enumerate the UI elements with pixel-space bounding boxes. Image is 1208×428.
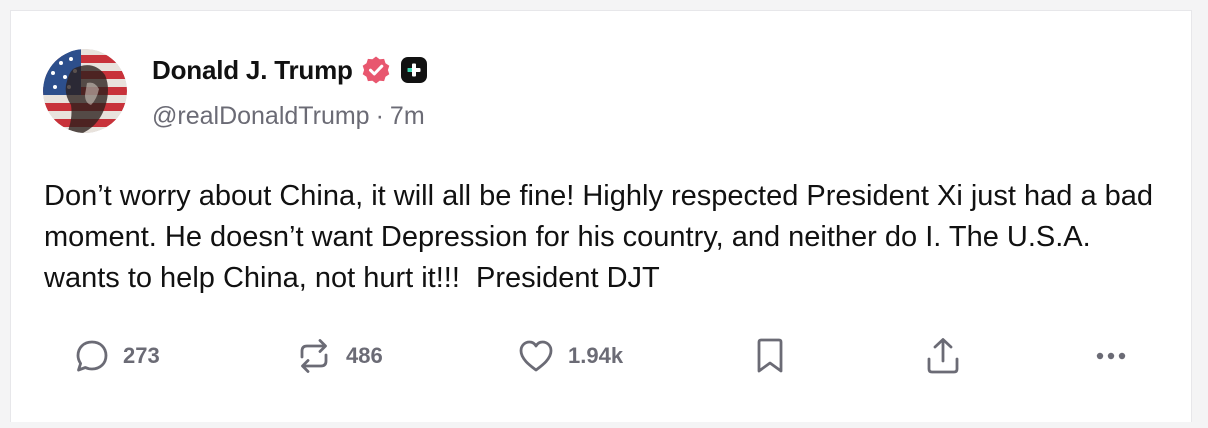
bookmark-button[interactable] xyxy=(753,331,787,381)
share-icon xyxy=(923,336,963,376)
like-count: 1.94k xyxy=(568,343,624,368)
share-button[interactable] xyxy=(923,331,963,381)
repost-icon xyxy=(294,337,334,375)
verified-badge-icon xyxy=(361,55,391,85)
more-options-icon xyxy=(1091,336,1131,376)
avatar[interactable] xyxy=(43,49,127,133)
avatar-image xyxy=(43,49,127,133)
author-name-row: Donald J. Trump xyxy=(152,51,429,89)
heart-icon xyxy=(516,337,556,375)
author-meta-row: @realDonaldTrump · 7m xyxy=(152,102,425,131)
reply-icon xyxy=(73,337,111,375)
more-options-button[interactable] xyxy=(1091,331,1131,381)
author-handle[interactable]: @realDonaldTrump xyxy=(152,102,370,131)
repost-button[interactable]: 486 xyxy=(294,331,383,381)
like-button[interactable]: 1.94k xyxy=(516,331,623,381)
plus-badge-icon xyxy=(399,55,429,85)
bookmark-icon xyxy=(753,336,787,376)
reply-button[interactable]: 273 xyxy=(73,331,160,381)
author-display-name[interactable]: Donald J. Trump xyxy=(152,55,353,86)
post-body-text: Don’t worry about China, it will all be … xyxy=(44,180,1162,294)
meta-separator: · xyxy=(375,102,384,130)
reply-count: 273 xyxy=(123,343,160,368)
post-card: Donald J. Trump @realDonaldTrump · 7m Do… xyxy=(10,10,1192,422)
post-action-bar: 273 486 1.94k xyxy=(11,331,1193,381)
repost-count: 486 xyxy=(346,343,383,368)
post-timestamp[interactable]: 7m xyxy=(390,102,425,131)
